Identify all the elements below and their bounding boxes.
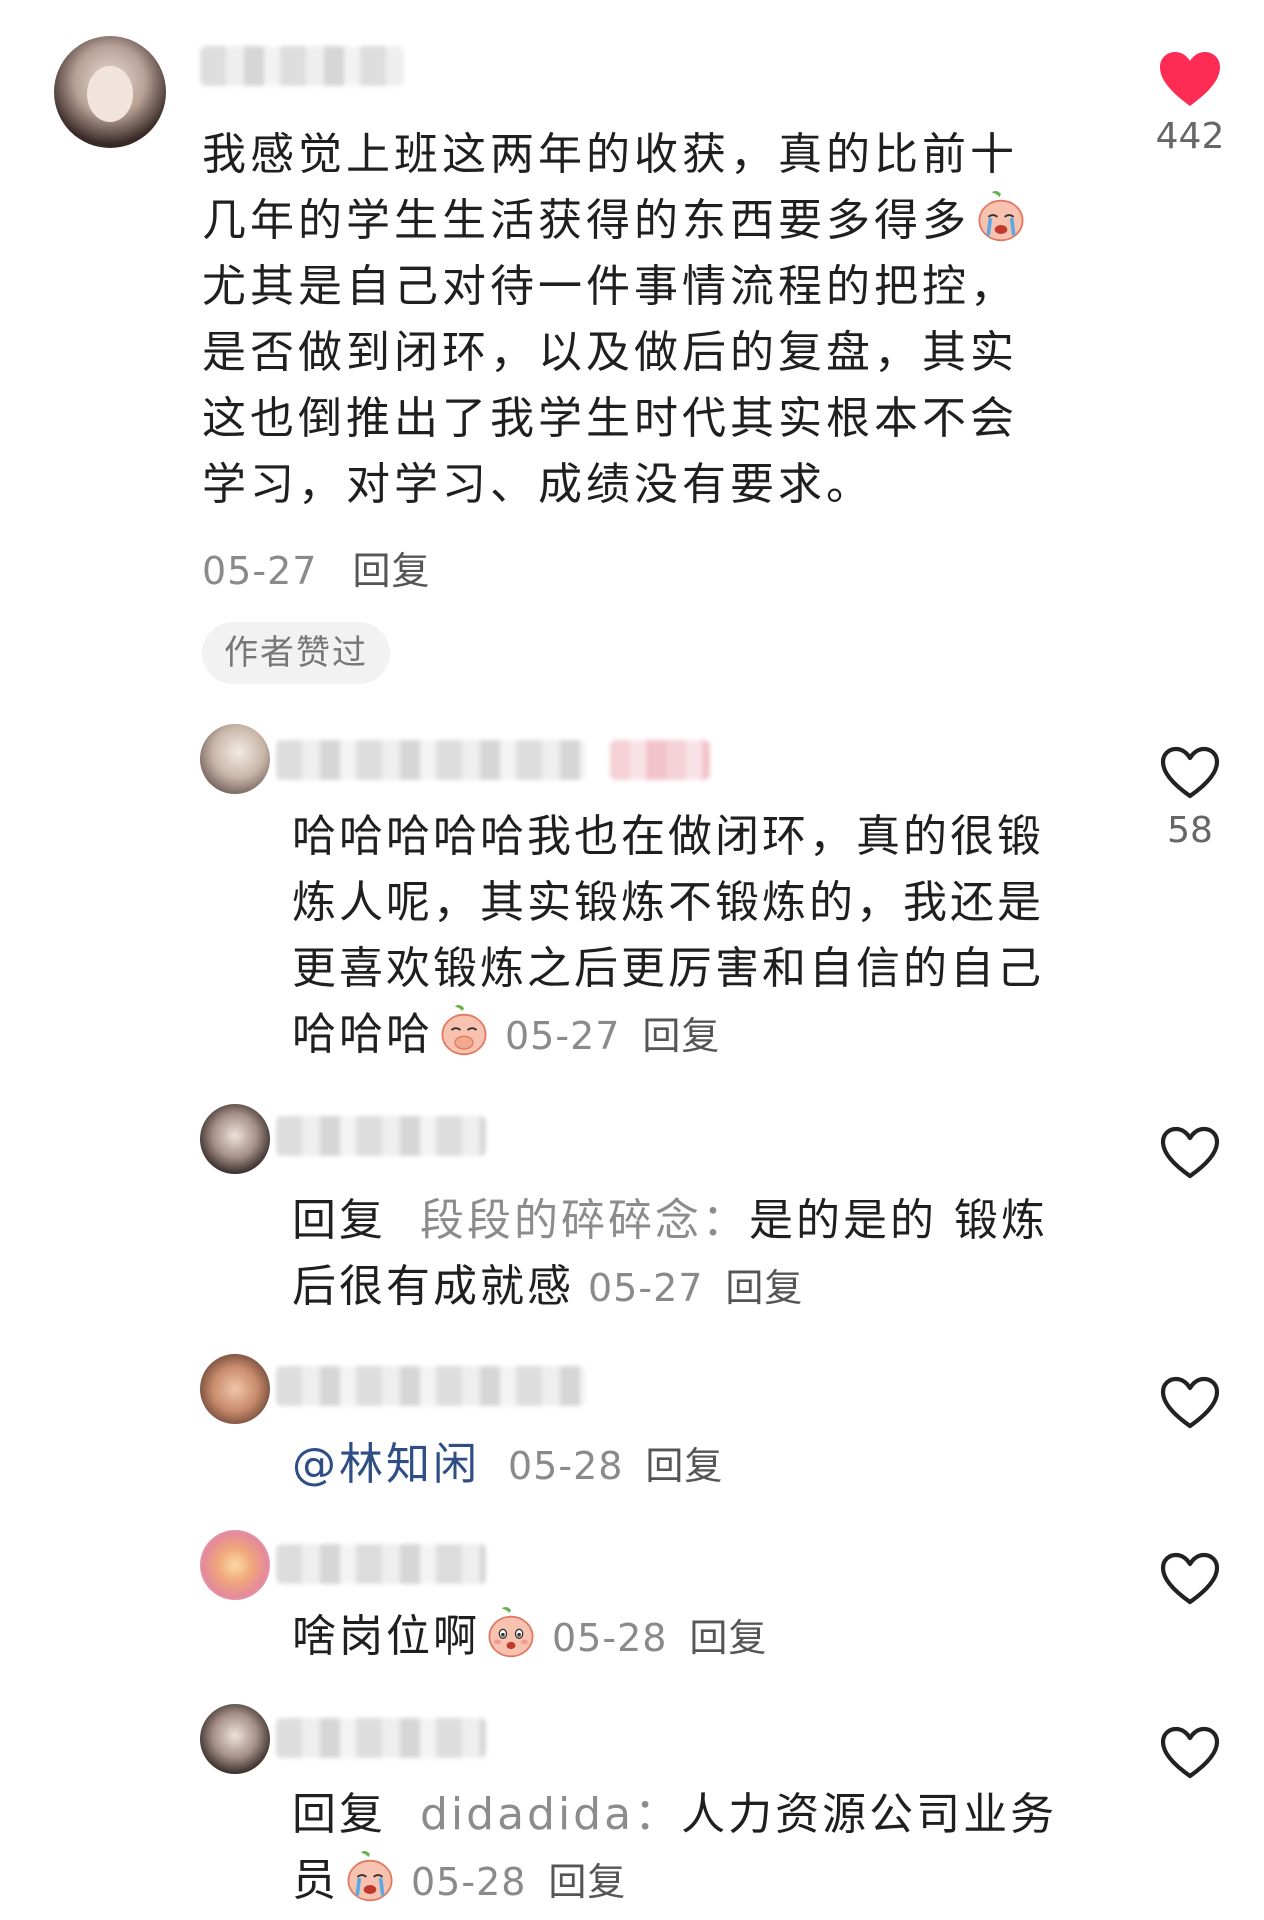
comment-line: 尤其是自己对待一件事情流程的把控， (202, 261, 1018, 312)
reply-item: 啥岗位啊 05-28 回复 (0, 1530, 1264, 1680)
like-count: 442 (1155, 116, 1225, 157)
comment-line: 这也倒推出了我学生时代其实根本不会 (202, 393, 1018, 444)
reply-text: 啥岗位啊 05-28 回复 (292, 1604, 1112, 1671)
cover-mouth-emoji-icon (437, 1003, 491, 1057)
reply-text: 哈哈哈哈哈我也在做闭环，真的很锻 炼人呢，其实锻炼不锻炼的，我还是 更喜欢锻炼之… (292, 804, 1112, 1069)
reply-text: @林知闲 05-28 回复 (292, 1432, 1112, 1499)
reply-meta: 05-28 回复 (411, 1860, 626, 1904)
like-count: 58 (1167, 810, 1213, 851)
username-blurred[interactable] (276, 1544, 486, 1584)
reply-target-user[interactable]: 段段的碎碎念： (420, 1195, 749, 1246)
author-liked-badge: 作者赞过 (202, 622, 390, 684)
reply-item: 哈哈哈哈哈我也在做闭环，真的很锻 炼人呢，其实锻炼不锻炼的，我还是 更喜欢锻炼之… (0, 724, 1264, 1084)
reply-item: @林知闲 05-28 回复 (0, 1354, 1264, 1504)
reply-line: 炼人呢，其实锻炼不锻炼的，我还是 (292, 877, 1044, 928)
username-blurred[interactable] (200, 46, 404, 86)
reply-line-text: 哈哈哈 (292, 1009, 433, 1060)
user-badge-blurred (610, 740, 710, 780)
reply-date: 05-27 (588, 1266, 704, 1310)
reply-meta: 05-27 回复 (505, 1014, 720, 1058)
reply-button[interactable]: 回复 (689, 1616, 767, 1660)
reply-line: 员 05-28 回复 (292, 1848, 1112, 1915)
main-comment: 我感觉上班这两年的收获，真的比前十 几年的学生生活获得的东西要多得多 尤其是自己… (0, 0, 1264, 700)
heart-outline-icon (1158, 1550, 1222, 1608)
avatar[interactable] (200, 724, 270, 794)
comment-line: 学习，对学习、成绩没有要求。 (202, 459, 874, 510)
reply-meta: 05-28 回复 (508, 1444, 723, 1488)
reply-button[interactable]: 回复 (725, 1266, 803, 1310)
like-button[interactable] (1140, 1724, 1240, 1782)
comment-line: 几年的学生生活获得的东西要多得多 (202, 188, 1102, 254)
reply-text: 回复 didadida：人力资源公司业务 员 05-28 回复 (292, 1782, 1112, 1915)
heart-filled-icon (1158, 50, 1222, 108)
reply-item: 回复 段段的碎碎念：是的是的 锻炼 后很有成就感 05-27 回复 (0, 1104, 1264, 1334)
reply-date: 05-28 (411, 1860, 527, 1904)
reply-date: 05-27 (505, 1014, 621, 1058)
heart-outline-icon (1158, 1124, 1222, 1182)
reply-prefix: 回复 (292, 1195, 386, 1246)
reply-button[interactable]: 回复 (353, 549, 431, 593)
reply-line: 哈哈哈 05-27 回复 (292, 1002, 1112, 1069)
reply-date: 05-28 (508, 1444, 624, 1488)
heart-outline-icon (1158, 744, 1222, 802)
username-blurred[interactable] (276, 1366, 586, 1406)
reply-line-text: 员 (292, 1855, 339, 1906)
comment-line: 我感觉上班这两年的收获，真的比前十 (202, 129, 1018, 180)
reply-meta: 05-27 回复 (588, 1266, 803, 1310)
reply-target-user[interactable]: didadida： (420, 1789, 681, 1840)
like-button[interactable]: 58 (1140, 744, 1240, 851)
comment-line: 是否做到闭环，以及做后的复盘，其实 (202, 327, 1018, 378)
username-blurred[interactable] (276, 740, 586, 780)
comment-meta: 05-27 回复 (202, 540, 431, 595)
reply-line-text: 后很有成就感 (292, 1261, 574, 1312)
avatar[interactable] (54, 36, 166, 148)
reply-button[interactable]: 回复 (548, 1860, 626, 1904)
reply-line-text: 啥岗位啊 (292, 1611, 480, 1662)
avatar[interactable] (200, 1704, 270, 1774)
reply-button[interactable]: 回复 (642, 1014, 720, 1058)
reply-line: 后很有成就感 05-27 回复 (292, 1254, 1112, 1321)
mention-link[interactable]: @林知闲 (292, 1439, 480, 1490)
reply-line: 啥岗位啊 05-28 回复 (292, 1604, 1112, 1671)
reply-meta: 05-28 回复 (552, 1616, 767, 1660)
username-blurred[interactable] (276, 1116, 486, 1156)
crying-emoji-icon (343, 1849, 397, 1903)
reply-line-text: 人力资源公司业务 (681, 1789, 1058, 1840)
surprised-emoji-icon (484, 1605, 538, 1659)
reply-item: 回复 didadida：人力资源公司业务 员 05-28 回复 (0, 1704, 1264, 1920)
reply-line-text: 是的是的 锻炼 (748, 1195, 1048, 1246)
heart-outline-icon (1158, 1374, 1222, 1432)
reply-prefix: 回复 (292, 1789, 386, 1840)
comment-line-text: 几年的学生生活获得的东西要多得多 (202, 195, 970, 246)
avatar[interactable] (200, 1104, 270, 1174)
reply-text: 回复 段段的碎碎念：是的是的 锻炼 后很有成就感 05-27 回复 (292, 1188, 1112, 1321)
reply-line: 哈哈哈哈哈我也在做闭环，真的很锻 (292, 811, 1044, 862)
reply-line: 回复 段段的碎碎念：是的是的 锻炼 (292, 1188, 1112, 1254)
comment-text: 我感觉上班这两年的收获，真的比前十 几年的学生生活获得的东西要多得多 尤其是自己… (202, 122, 1102, 518)
reply-line: 回复 didadida：人力资源公司业务 (292, 1782, 1112, 1848)
avatar[interactable] (200, 1354, 270, 1424)
reply-line: @林知闲 05-28 回复 (292, 1432, 1112, 1499)
like-button[interactable] (1140, 1550, 1240, 1608)
reply-line: 更喜欢锻炼之后更厉害和自信的自己 (292, 943, 1044, 994)
like-button[interactable] (1140, 1124, 1240, 1182)
like-button[interactable]: 442 (1140, 50, 1240, 157)
crying-emoji-icon (974, 189, 1028, 243)
reply-date: 05-28 (552, 1616, 668, 1660)
heart-outline-icon (1158, 1724, 1222, 1782)
reply-button[interactable]: 回复 (645, 1444, 723, 1488)
username-blurred[interactable] (276, 1718, 486, 1758)
like-button[interactable] (1140, 1374, 1240, 1432)
comment-date: 05-27 (202, 549, 318, 593)
avatar[interactable] (200, 1530, 270, 1600)
